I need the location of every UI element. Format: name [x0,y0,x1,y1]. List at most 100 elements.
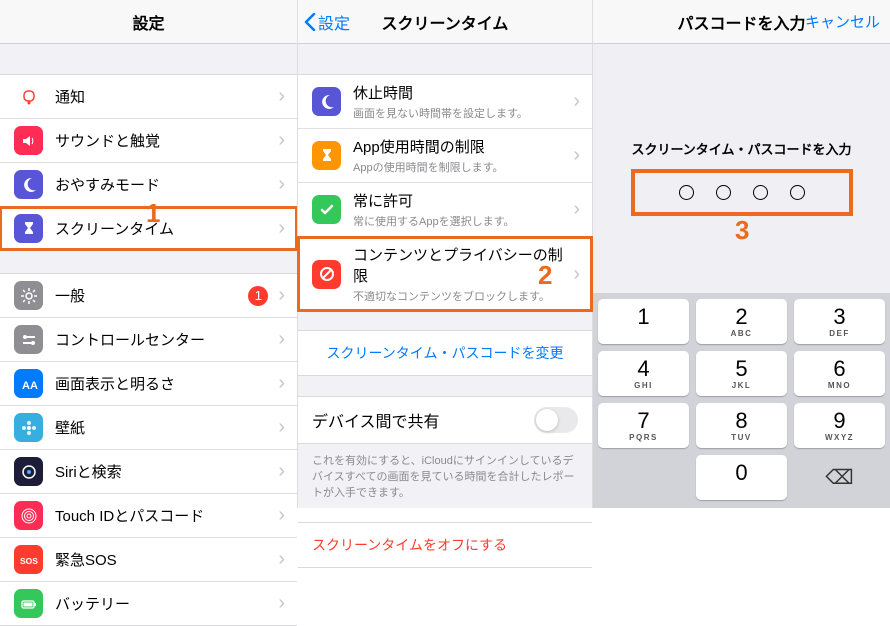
key-number: 2 [735,306,747,328]
keypad-key-5[interactable]: 5JKL [696,351,787,396]
key-number: 7 [637,410,649,432]
annotation-3: 3 [735,215,749,246]
gear-icon [14,281,43,310]
key-number: 8 [735,410,747,432]
settings-row[interactable]: 休止時間画面を見ない時間帯を設定します。› [298,75,592,129]
chevron-right-icon: › [278,173,285,196]
key-letters: DEF [829,329,850,338]
row-subtitle: Appの使用時間を制限します。 [353,159,573,175]
svg-text:SOS: SOS [20,556,38,566]
passcode-dot [679,185,694,200]
row-label: 常に許可 [353,190,573,211]
backspace-key[interactable]: ⌫ [794,455,885,500]
key-number: 4 [637,358,649,380]
speaker-icon [14,126,43,155]
keypad-key-1[interactable]: 1 [598,299,689,344]
key-number: 1 [637,306,649,328]
header-title: スクリーンタイム [382,10,509,34]
keypad-key-3[interactable]: 3DEF [794,299,885,344]
keypad-blank [598,455,689,500]
settings-row[interactable]: App使用時間の制限Appの使用時間を制限します。› [298,129,592,183]
switch-off-icon[interactable] [534,407,578,433]
battery-icon [14,589,43,618]
key-letters: MNO [828,381,851,390]
keypad-key-6[interactable]: 6MNO [794,351,885,396]
settings-row[interactable]: 一般1› [0,274,297,318]
key-number: 0 [735,462,747,484]
badge: 1 [248,286,268,306]
sos-icon: SOS [14,545,43,574]
settings-row[interactable]: 常に許可常に使用するAppを選択します。› [298,183,592,237]
passcode-dot [716,185,731,200]
settings-screen: 設定 通知›サウンドと触覚›おやすみモード›スクリーンタイム›一般1›コントロー… [0,0,297,508]
key-letters: PQRS [629,433,658,442]
share-label: デバイス間で共有 [312,408,440,432]
settings-row[interactable]: SOS 緊急SOS› [0,538,297,582]
chevron-right-icon: › [278,328,285,351]
passcode-dot [753,185,768,200]
settings-row[interactable]: AA画面表示と明るさ› [0,362,297,406]
row-label: サウンドと触覚 [55,130,278,151]
keypad-key-4[interactable]: 4GHI [598,351,689,396]
chevron-right-icon: › [278,217,285,240]
key-letters: ABC [731,329,753,338]
chevron-right-icon: › [278,548,285,571]
bell-icon [14,82,43,111]
key-letters: WXYZ [825,433,854,442]
chevron-right-icon: › [278,416,285,439]
keypad-key-7[interactable]: 7PQRS [598,403,689,448]
settings-row[interactable]: Siriと検索› [0,450,297,494]
settings-row[interactable]: サウンドと触覚› [0,119,297,163]
moon-icon [312,87,341,116]
keypad-key-8[interactable]: 8TUV [696,403,787,448]
keypad-key-0[interactable]: 0 [696,455,787,500]
header: 設定 スクリーンタイム [298,0,592,44]
hourglass-icon [312,141,341,170]
chevron-right-icon: › [278,85,285,108]
share-across-devices-row[interactable]: デバイス間で共有 [298,396,592,444]
header-title: 設定 [132,10,164,34]
settings-row[interactable]: 壁紙› [0,406,297,450]
backspace-icon: ⌫ [825,465,853,490]
row-subtitle: 常に使用するAppを選択します。 [353,213,573,229]
row-label: 休止時間 [353,82,573,103]
chevron-right-icon: › [278,592,285,615]
row-label: 壁紙 [55,417,278,438]
annotation-2: 2 [538,260,552,291]
settings-row[interactable]: コントロールセンター› [0,318,297,362]
back-button[interactable]: 設定 [304,10,350,34]
turn-off-screentime[interactable]: スクリーンタイムをオフにする [298,522,592,568]
share-footer-note: これを有効にすると、iCloudにサインインしているデバイスすべての画面を見てい… [298,444,592,508]
row-label: おやすみモード [55,174,278,195]
row-label: 緊急SOS [55,549,278,570]
header: 設定 [0,0,297,44]
row-label: Siriと検索 [55,461,278,482]
cancel-button[interactable]: キャンセル [805,11,880,32]
passcode-dots [632,170,852,215]
row-subtitle: 画面を見ない時間帯を設定します。 [353,105,573,121]
row-label: バッテリー [55,593,278,614]
change-passcode-link[interactable]: スクリーンタイム・パスコードを変更 [298,330,592,376]
key-number: 5 [735,358,747,380]
check-icon [312,195,341,224]
touch-icon [14,501,43,530]
chevron-left-icon [304,13,316,31]
passcode-dot [790,185,805,200]
settings-row[interactable]: バッテリー› [0,582,297,625]
chevron-right-icon: › [573,144,580,167]
keypad-key-2[interactable]: 2ABC [696,299,787,344]
settings-row[interactable]: Touch IDとパスコード› [0,494,297,538]
flower-icon [14,413,43,442]
row-label: Touch IDとパスコード [55,505,278,526]
row-label: 一般 [55,285,248,306]
switches-icon [14,325,43,354]
passcode-instruction: スクリーンタイム・パスコードを入力 [593,139,890,158]
chevron-right-icon: › [573,263,580,286]
chevron-right-icon: › [278,129,285,152]
chevron-right-icon: › [573,90,580,113]
screentime-screen: 設定 スクリーンタイム 休止時間画面を見ない時間帯を設定します。›App使用時間… [297,0,593,508]
block-icon [312,260,341,289]
siri-icon [14,457,43,486]
settings-row[interactable]: 通知› [0,75,297,119]
keypad-key-9[interactable]: 9WXYZ [794,403,885,448]
